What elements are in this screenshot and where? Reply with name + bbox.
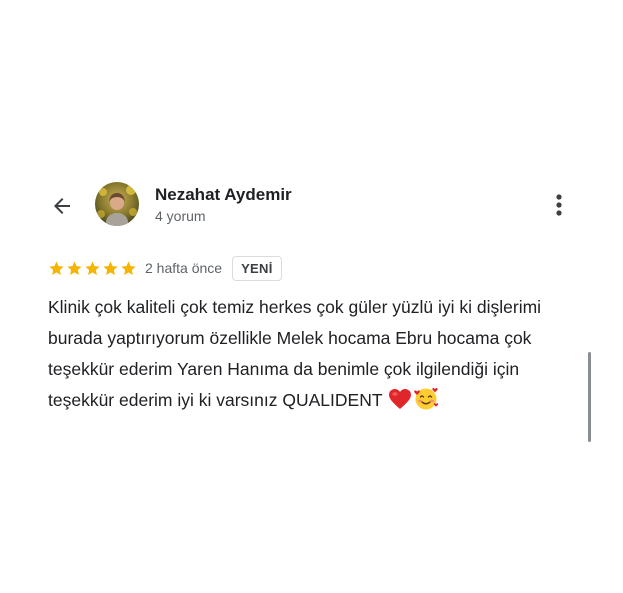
review-count: 4 yorum <box>155 208 206 224</box>
scrollbar-thumb[interactable] <box>588 352 591 442</box>
star-rating <box>48 260 137 277</box>
arrow-back-icon <box>54 198 70 214</box>
avatar[interactable] <box>95 182 139 226</box>
review-text: Klinik çok kaliteli çok temiz herkes çok… <box>48 292 588 420</box>
star-icon <box>67 261 82 275</box>
review-date: 2 hafta önce <box>145 260 223 276</box>
star-icon <box>85 261 100 275</box>
star-icon <box>49 261 64 275</box>
back-button[interactable] <box>46 190 78 222</box>
reviewer-name[interactable]: Nezahat Aydemir <box>155 185 292 205</box>
more-vert-icon <box>556 194 562 216</box>
rating-row: 2 hafta önce YENİ <box>48 254 282 282</box>
review-body: Klinik çok kaliteli çok temiz herkes çok… <box>48 297 542 410</box>
more-options-button[interactable] <box>545 190 573 220</box>
star-icon <box>103 261 118 275</box>
star-icon <box>121 261 136 275</box>
smiling-face-with-hearts-emoji <box>413 386 439 420</box>
red-heart-emoji <box>389 389 412 420</box>
new-badge: YENİ <box>232 255 282 281</box>
review-header: Nezahat Aydemir 4 yorum <box>0 180 623 232</box>
